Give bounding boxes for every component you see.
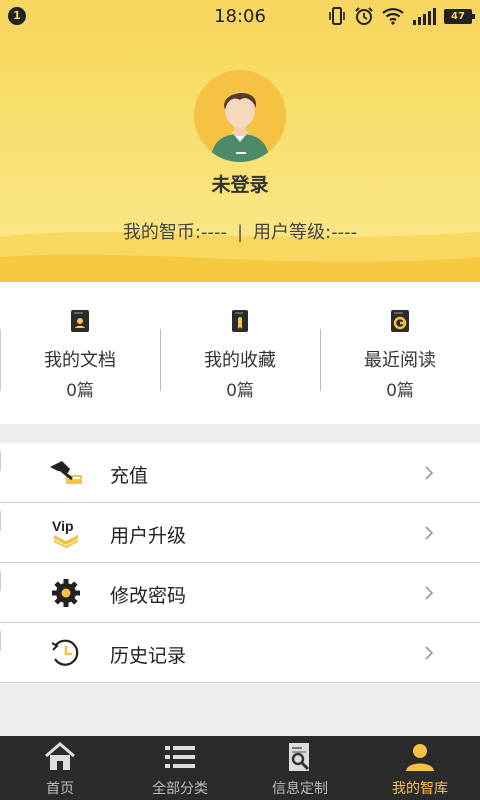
tab-all-categories[interactable]: 全部分类: [120, 736, 240, 800]
stats-separator: |: [236, 222, 244, 243]
wifi-icon: [382, 8, 404, 25]
avatar-person-icon: [210, 92, 270, 162]
favorite-icon: [232, 310, 248, 332]
menu-item-history[interactable]: 历史记录: [0, 623, 480, 683]
chevron-right-icon: [425, 646, 434, 660]
coins-label: 我的智币:----: [122, 222, 227, 243]
menu-item-label: 充值: [110, 465, 149, 487]
quick-item-recent-reading[interactable]: 最近阅读 0篇: [320, 282, 480, 424]
list-icon: [165, 746, 195, 768]
document-icon: [71, 310, 89, 332]
quick-item-count: 0篇: [386, 381, 414, 401]
user-icon: [406, 744, 434, 771]
recent-read-icon: [391, 310, 409, 332]
menu-item-label: 用户升级: [110, 525, 187, 547]
quick-item-documents[interactable]: 我的文档 0篇: [0, 282, 160, 424]
quick-item-label: 我的收藏: [204, 350, 276, 371]
tab-home[interactable]: 首页: [0, 736, 120, 800]
level-label: 用户等级:----: [253, 222, 358, 243]
home-icon: [45, 742, 75, 770]
tab-label: 我的智库: [392, 781, 448, 797]
quick-item-count: 0篇: [226, 381, 254, 401]
chevron-right-icon: [425, 586, 434, 600]
menu-item-upgrade[interactable]: Vip 用户升级: [0, 503, 480, 563]
profile-header: 未登录 我的智币:---- | 用户等级:----: [0, 32, 480, 282]
menu-item-label: 修改密码: [110, 585, 187, 607]
quick-item-favorites[interactable]: 我的收藏 0篇: [160, 282, 320, 424]
status-bar: 1 18:06 47: [0, 0, 480, 32]
tab-info-customization[interactable]: 信息定制: [240, 736, 360, 800]
svg-text:Vip: Vip: [52, 518, 74, 534]
account-stats: 我的智币:---- | 用户等级:----: [0, 218, 480, 244]
bottom-tab-bar: 首页 全部分类 信息定制 我的智库: [0, 736, 480, 800]
quick-panel: 我的文档 0篇 我的收藏 0篇 最近阅读 0篇: [0, 282, 480, 424]
history-icon: [51, 639, 79, 666]
settings-menu: 充值 Vip 用户升级 修改密码 历史记录: [0, 443, 480, 683]
menu-item-change-password[interactable]: 修改密码: [0, 563, 480, 623]
quick-item-count: 0篇: [66, 381, 94, 401]
menu-item-recharge[interactable]: 充值: [0, 443, 480, 503]
username[interactable]: 未登录: [0, 170, 480, 197]
gear-icon: [52, 579, 80, 607]
recharge-icon: [50, 461, 82, 484]
tab-label: 信息定制: [272, 781, 328, 797]
search-document-icon: [289, 743, 310, 771]
tab-label: 全部分类: [152, 781, 208, 797]
menu-item-label: 历史记录: [110, 645, 187, 667]
vibrate-icon: [329, 7, 345, 25]
vip-icon: Vip: [52, 518, 79, 549]
tab-label: 首页: [46, 781, 74, 797]
chevron-right-icon: [425, 526, 434, 540]
alarm-icon: [355, 7, 373, 25]
tab-my-library[interactable]: 我的智库: [360, 736, 480, 800]
status-icons: 47: [328, 5, 475, 27]
signal-icon: [413, 8, 436, 25]
quick-item-label: 我的文档: [44, 350, 116, 371]
quick-item-label: 最近阅读: [364, 350, 436, 371]
avatar[interactable]: [194, 70, 286, 162]
battery-icon: 47: [444, 8, 475, 24]
chevron-right-icon: [425, 466, 434, 480]
